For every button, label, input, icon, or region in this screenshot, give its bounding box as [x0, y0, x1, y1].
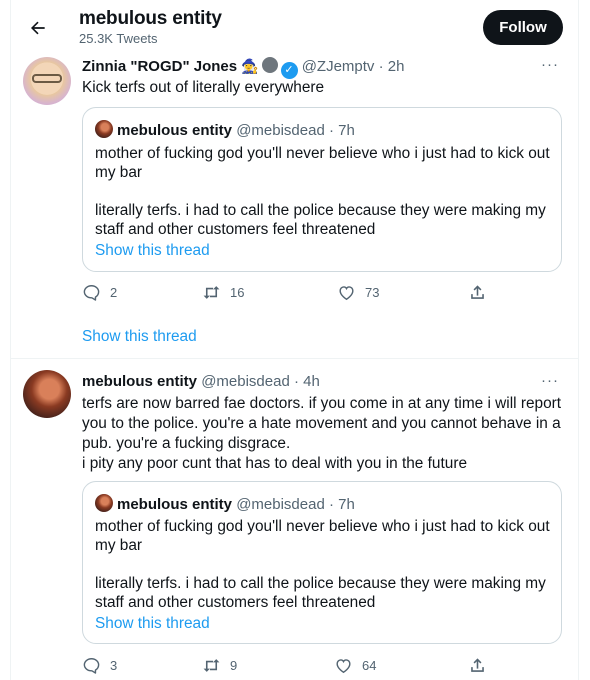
- author-name[interactable]: Zinnia "ROGD" Jones: [82, 58, 237, 75]
- like-icon: [336, 659, 351, 674]
- face-emoji-icon: [261, 57, 278, 73]
- avatar[interactable]: [23, 370, 71, 418]
- like-button[interactable]: 73: [337, 283, 379, 302]
- tweet-mebulous[interactable]: mebulous entity @mebisdead · 4h ··· terf…: [11, 359, 578, 680]
- wizard-emoji-icon: 🧙‍♀️: [241, 58, 259, 74]
- profile-name-title: mebulous entity: [79, 8, 222, 29]
- follow-button[interactable]: Follow: [483, 10, 563, 45]
- quote-avatar: [95, 120, 113, 138]
- quote-text-line: literally terfs. i had to call the polic…: [95, 202, 546, 219]
- reply-count: 3: [110, 658, 118, 673]
- retweet-icon: [203, 659, 220, 672]
- quote-show-thread-link[interactable]: Show this thread: [95, 615, 210, 633]
- retweet-button[interactable]: 9: [202, 656, 237, 675]
- back-button[interactable]: [24, 14, 52, 42]
- quote-text-line: mother of fucking god you'll never belie…: [95, 518, 550, 535]
- author-handle[interactable]: @ZJemptv: [302, 58, 375, 75]
- like-count: 73: [365, 285, 380, 300]
- quote-text-line: literally terfs. i had to call the polic…: [95, 575, 546, 592]
- quote-text-line: my bar: [95, 537, 143, 554]
- author-name[interactable]: mebulous entity: [82, 373, 197, 390]
- quoted-tweet[interactable]: mebulous entity @mebisdead · 7h mother o…: [82, 107, 562, 272]
- quoted-tweet[interactable]: mebulous entity @mebisdead · 7h mother o…: [82, 481, 562, 644]
- quote-header: mebulous entity @mebisdead · 7h: [95, 494, 355, 513]
- quote-time: · 7h: [328, 496, 355, 513]
- tweet-text-line: pub. you're a fucking disgrace.: [82, 435, 291, 452]
- more-icon[interactable]: ···: [541, 56, 559, 73]
- tweet-text-line: you to the police. you're a hate movemen…: [82, 415, 561, 432]
- reply-count: 2: [110, 285, 118, 300]
- share-button[interactable]: [468, 283, 496, 302]
- like-icon: [339, 286, 354, 301]
- tweet-text-line: i pity any poor cunt that has to deal wi…: [82, 455, 467, 472]
- quote-author-handle: @mebisdead: [236, 122, 325, 139]
- retweet-count: 9: [230, 658, 238, 673]
- tweet-count: 25.3K Tweets: [79, 31, 158, 46]
- column-border-right: [578, 0, 579, 680]
- more-icon[interactable]: ···: [541, 372, 559, 389]
- reply-button[interactable]: 2: [82, 283, 117, 302]
- quote-author-handle: @mebisdead: [236, 496, 325, 513]
- reply-button[interactable]: 3: [82, 656, 117, 675]
- tweet-text-line: terfs are now barred fae doctors. if you…: [82, 395, 562, 412]
- retweet-icon: [203, 286, 220, 299]
- show-thread-link[interactable]: Show this thread: [82, 328, 197, 346]
- tweet-zinnia[interactable]: Zinnia "ROGD" Jones 🧙‍♀️ ✓ @ZJemptv · 2h ·…: [11, 52, 578, 362]
- verified-badge-icon: ✓: [280, 62, 298, 79]
- tweet-meta: mebulous entity @mebisdead · 4h: [82, 373, 320, 390]
- quote-text-line: my bar: [95, 164, 143, 181]
- back-arrow-icon: [31, 21, 45, 35]
- tweet-meta: Zinnia "ROGD" Jones 🧙‍♀️ ✓ @ZJemptv · 2h: [82, 57, 404, 79]
- retweet-button[interactable]: 16: [202, 283, 244, 302]
- quote-header: mebulous entity @mebisdead · 7h: [95, 120, 355, 139]
- quote-text-line: staff and other customers feel threatene…: [95, 221, 376, 238]
- avatar[interactable]: [23, 57, 71, 105]
- retweet-count: 16: [230, 285, 245, 300]
- share-icon: [471, 658, 484, 672]
- share-icon: [471, 285, 484, 299]
- like-button[interactable]: 64: [334, 656, 376, 675]
- tweet-actions: 2 16 73: [82, 283, 502, 305]
- author-handle[interactable]: @mebisdead: [201, 373, 290, 390]
- quote-text-line: mother of fucking god you'll never belie…: [95, 145, 550, 162]
- profile-header: mebulous entity 25.3K Tweets Follow: [0, 0, 590, 52]
- quote-show-thread-link[interactable]: Show this thread: [95, 242, 210, 260]
- share-button[interactable]: [468, 656, 496, 675]
- quote-author-name: mebulous entity: [117, 496, 233, 513]
- tweet-time[interactable]: · 4h: [294, 373, 320, 390]
- quote-time: · 7h: [328, 122, 355, 139]
- quote-avatar: [95, 494, 113, 512]
- quote-text-line: staff and other customers feel threatene…: [95, 594, 376, 611]
- quote-author-name: mebulous entity: [117, 122, 233, 139]
- tweet-text: Kick terfs out of literally everywhere: [82, 79, 325, 96]
- avatar-glasses: [32, 74, 62, 83]
- tweet-time[interactable]: · 2h: [379, 58, 405, 75]
- like-count: 64: [362, 658, 377, 673]
- reply-icon: [83, 285, 100, 301]
- reply-icon: [83, 658, 100, 674]
- tweet-actions: 3 9 64: [82, 656, 502, 678]
